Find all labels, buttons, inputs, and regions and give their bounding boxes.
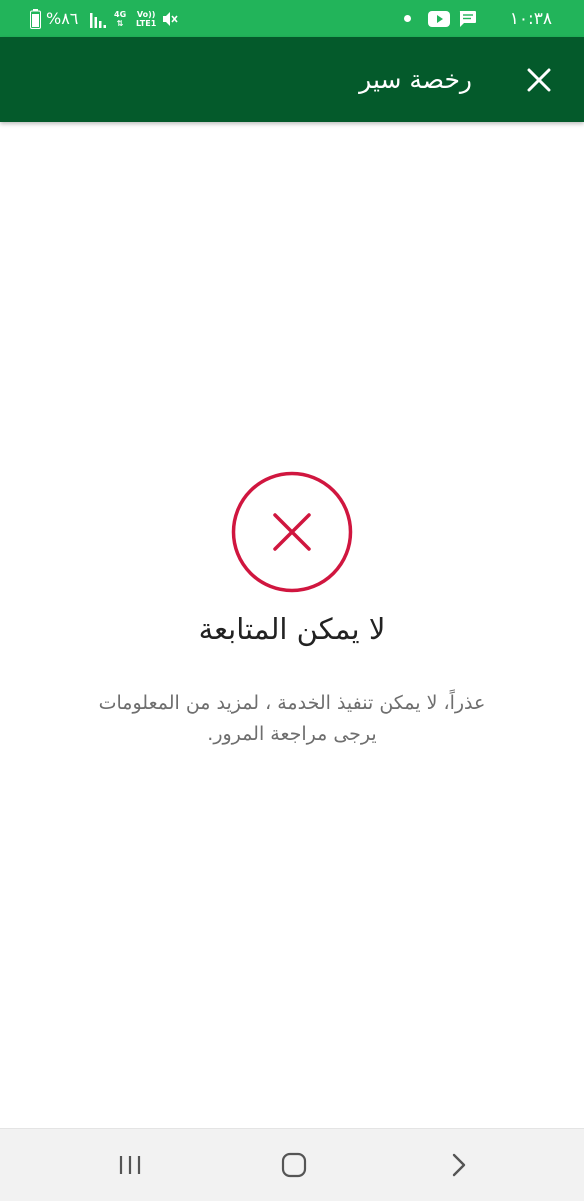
error-title: لا يمكن المتابعة (198, 612, 386, 646)
home-icon[interactable] (281, 1152, 307, 1178)
error-message-line-2: يرجى مراجعة المرور. (207, 723, 377, 745)
home-button[interactable] (264, 1129, 324, 1201)
back-button[interactable] (428, 1129, 488, 1201)
app-bar: رخصة سير (0, 37, 584, 122)
message-icon (458, 0, 477, 37)
volte-label: Vo)) (136, 9, 156, 19)
battery-icon (30, 0, 41, 37)
recents-icon[interactable] (117, 1154, 143, 1176)
error-message-line-1: عذراً، لا يمكن تنفيذ الخدمة ، لمزيد من ا… (98, 692, 486, 714)
page-title: رخصة سير (359, 65, 472, 94)
youtube-icon (428, 0, 450, 37)
error-x-circle-icon (231, 471, 353, 593)
network-4g-indicator: 4G ⇅ (114, 0, 126, 37)
status-time: ١٠:٣٨ (509, 8, 552, 29)
system-nav-bar (0, 1128, 584, 1201)
battery-percent: %٨٦ (46, 9, 79, 28)
status-bar: ١٠:٣٨ %٨٦ 4G ⇅ Vo)) LTE1 (0, 0, 584, 37)
network-4g-label: 4G (114, 9, 127, 19)
back-icon[interactable] (448, 1152, 468, 1178)
notification-dot-icon (404, 0, 411, 37)
close-button[interactable] (520, 61, 558, 99)
recents-button[interactable] (100, 1129, 160, 1201)
data-arrows-icon: ⇅ (116, 18, 124, 28)
lte-label: LTE1 (136, 18, 157, 28)
volte-indicator: Vo)) LTE1 (136, 0, 156, 37)
mute-icon (160, 0, 178, 37)
signal-icon (90, 0, 106, 37)
close-icon[interactable] (527, 68, 551, 92)
error-message: عذراً، لا يمكن تنفيذ الخدمة ، لمزيد من ا… (60, 688, 524, 750)
